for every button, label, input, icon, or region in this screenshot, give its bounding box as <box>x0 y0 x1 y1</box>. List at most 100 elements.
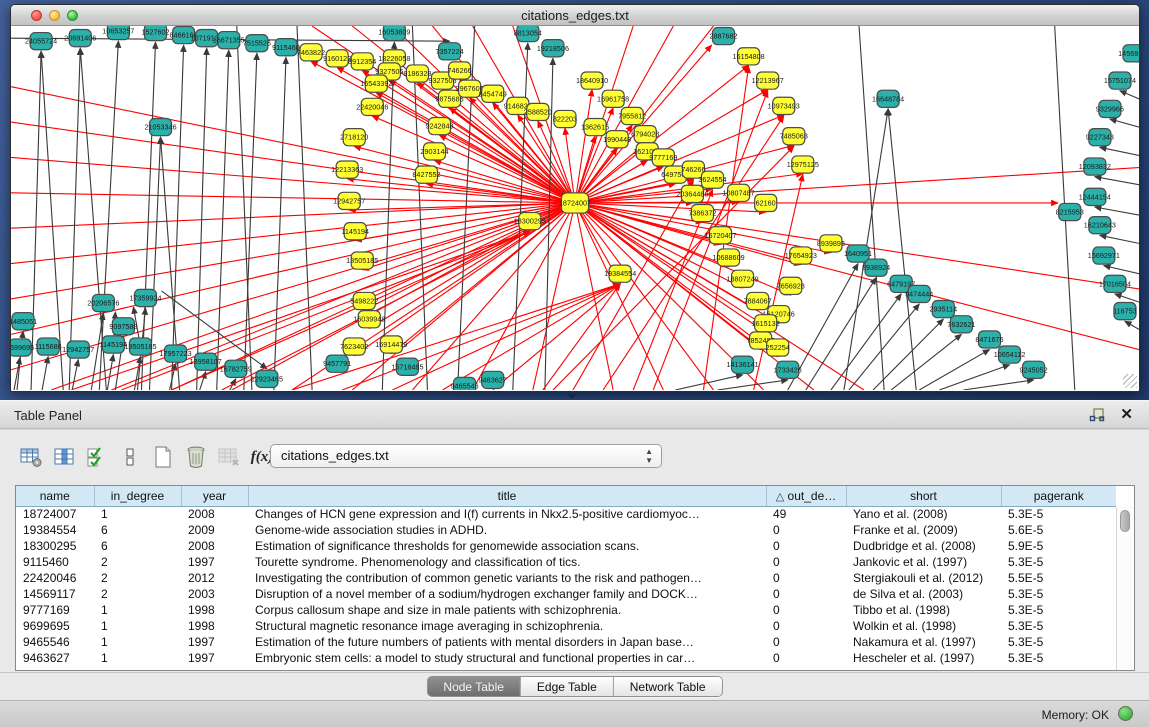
graph-node[interactable]: 12444154 <box>1079 188 1111 205</box>
graph-node[interactable]: 2887682 <box>709 28 737 45</box>
close-panel-icon[interactable]: ✕ <box>1120 405 1133 423</box>
table-selector-dropdown[interactable]: citations_edges.txt ▲▼ <box>270 444 662 468</box>
graph-node[interactable]: 7515526 <box>243 35 271 52</box>
table-row[interactable]: 1872400712008Changes of HCN gene express… <box>16 506 1116 522</box>
graph-node[interactable]: 6794028 <box>631 126 659 143</box>
graph-node[interactable]: 19218506 <box>537 40 569 57</box>
graph-node[interactable]: 9227343 <box>1086 129 1114 146</box>
tab-node-table[interactable]: Node Table <box>427 677 521 696</box>
table-row[interactable]: 969969511998Structural magnetic resonanc… <box>16 618 1116 634</box>
graph-node[interactable]: 8813054 <box>514 26 542 42</box>
graph-node[interactable]: 24055724 <box>25 33 57 50</box>
graph-node[interactable]: 16210643 <box>1084 217 1116 234</box>
graph-node[interactable]: 7955812 <box>618 107 646 124</box>
graph-node[interactable]: 62160 <box>755 194 777 211</box>
graph-node[interactable]: 20206576 <box>87 294 119 311</box>
graph-node[interactable]: 8427552 <box>412 166 440 183</box>
graph-node[interactable]: 7463822 <box>297 44 325 61</box>
graph-node[interactable]: 18724007 <box>559 193 591 213</box>
graph-node[interactable]: 9242848 <box>425 118 453 135</box>
graph-node[interactable]: 13958107 <box>190 353 222 370</box>
graph-node[interactable]: 12975125 <box>787 156 819 173</box>
graph-node[interactable]: 746266 <box>448 62 472 79</box>
graph-node[interactable]: 8186328 <box>403 65 431 82</box>
graph-node[interactable]: 1362615 <box>581 119 609 136</box>
graph-node[interactable]: 3624554 <box>698 171 726 188</box>
graph-node[interactable]: 18807249 <box>727 270 759 287</box>
graph-node[interactable]: 9463627 <box>479 371 507 388</box>
graph-node[interactable]: 8454749 <box>479 85 507 102</box>
graph-node[interactable]: 7623402 <box>340 338 368 355</box>
table-row[interactable]: 1456911722003Disruption of a novel membe… <box>16 586 1116 602</box>
table-row[interactable]: 1938455462009Genome-wide association stu… <box>16 522 1116 538</box>
graph-node[interactable]: 252254 <box>766 339 790 356</box>
graph-node[interactable]: 10807487 <box>723 184 755 201</box>
select-columns-icon[interactable] <box>82 443 112 471</box>
graph-node[interactable]: 9160123 <box>323 50 351 67</box>
graph-node[interactable]: 8938924 <box>862 259 890 276</box>
node-table[interactable]: namein_degreeyeartitle△ out_de…shortpage… <box>15 485 1135 671</box>
graph-node[interactable]: 17359924 <box>129 289 161 306</box>
graph-node[interactable]: 116753 <box>1113 303 1137 320</box>
column-header-year[interactable]: year <box>181 486 248 506</box>
graph-node[interactable]: 12213967 <box>752 72 784 89</box>
graph-node[interactable]: 8912354 <box>348 53 376 70</box>
graph-node[interactable]: 10654112 <box>994 346 1026 363</box>
graph-node[interactable]: 8471676 <box>975 331 1003 348</box>
graph-node[interactable]: 16648784 <box>872 90 904 107</box>
graph-node[interactable]: 7485063 <box>780 128 808 145</box>
graph-node[interactable]: 10653257 <box>102 26 134 40</box>
graph-node[interactable]: 9777169 <box>649 149 677 166</box>
graph-node[interactable]: 9329966 <box>1096 100 1124 117</box>
table-row[interactable]: 1830029562008Estimation of significance … <box>16 538 1116 554</box>
graph-node[interactable]: 15692971 <box>1088 247 1120 264</box>
graph-node[interactable]: 12942757 <box>62 341 94 358</box>
tab-network-table[interactable]: Network Table <box>614 677 722 696</box>
table-settings-icon[interactable] <box>16 443 46 471</box>
graph-node[interactable]: 21053346 <box>144 119 176 136</box>
table-row[interactable]: 977716911998Corpus callosum shape and si… <box>16 602 1116 618</box>
split-pane-handle[interactable] <box>567 394 577 399</box>
graph-node[interactable]: 1145194 <box>100 336 128 353</box>
graph-node[interactable]: 12093832 <box>1079 158 1111 175</box>
column-header-short[interactable]: short <box>846 486 1001 506</box>
table-row[interactable]: 946554611997Estimation of the future num… <box>16 634 1116 650</box>
graph-node[interactable]: 822203 <box>553 110 577 127</box>
close-window-button[interactable] <box>31 10 42 21</box>
zoom-window-button[interactable] <box>67 10 78 21</box>
show-column-icon[interactable] <box>49 443 79 471</box>
tab-edge-table[interactable]: Edge Table <box>521 677 614 696</box>
graph-node[interactable]: 15751074 <box>1104 72 1136 89</box>
graph-node[interactable]: 9699695 <box>11 339 34 356</box>
graph-node[interactable]: 1990448 <box>603 131 631 148</box>
row-height-icon[interactable] <box>115 443 145 471</box>
graph-node[interactable]: 9465546 <box>451 377 479 390</box>
graph-node[interactable]: 5498222 <box>350 292 378 309</box>
graph-node[interactable]: 9115460 <box>272 39 300 56</box>
graph-node[interactable]: 14569117 <box>1118 45 1139 62</box>
graph-node[interactable]: 1527602 <box>141 26 169 41</box>
graph-node[interactable]: 16914479 <box>375 336 407 353</box>
graph-node[interactable]: 9097588 <box>109 318 137 335</box>
column-header-pagerank[interactable]: pagerank <box>1001 486 1116 506</box>
graph-node[interactable]: 1485051 <box>11 313 37 330</box>
graph-node[interactable]: 8215953 <box>1056 203 1084 220</box>
table-scrollbar[interactable] <box>1116 507 1133 671</box>
graph-node[interactable]: 16154808 <box>733 48 765 65</box>
graph-node[interactable]: 9245052 <box>1020 361 1048 378</box>
graph-node[interactable]: 1115686 <box>35 338 62 355</box>
column-header-name[interactable]: name <box>16 486 94 506</box>
graph-node[interactable]: 16961758 <box>597 90 629 107</box>
graph-node[interactable]: 7656928 <box>777 277 805 294</box>
network-window[interactable]: citations_edges.txt 24055724206914061065… <box>10 4 1140 392</box>
table-row[interactable]: 2242004622012Investigating the contribut… <box>16 570 1116 586</box>
graph-node[interactable]: 2935114 <box>930 301 958 318</box>
graph-node[interactable]: 18640910 <box>576 72 608 89</box>
table-scrollbar-thumb[interactable] <box>1120 510 1130 532</box>
graph-node[interactable]: 16039948 <box>353 311 385 328</box>
column-header-out_de[interactable]: △ out_de… <box>766 486 846 506</box>
graph-node[interactable]: 1733426 <box>774 361 802 378</box>
graph-node[interactable]: 2588520 <box>524 103 552 120</box>
column-header-in_degree[interactable]: in_degree <box>94 486 181 506</box>
table-row[interactable]: 911546021997Tourette syndrome. Phenomeno… <box>16 554 1116 570</box>
